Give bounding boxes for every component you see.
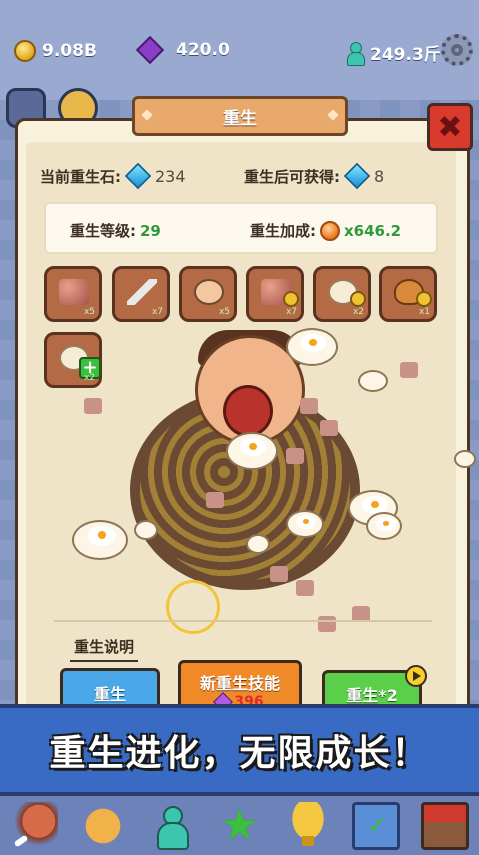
trophy-icon[interactable] — [283, 801, 332, 850]
meat-cube-icon — [84, 398, 102, 414]
character-icon[interactable] — [147, 802, 195, 850]
close-icon: ✖ — [437, 109, 463, 145]
rebirth-bonus: 重生加成: x646.2 — [250, 220, 401, 241]
bun-icon — [358, 370, 388, 392]
rice-bowl-icon — [366, 512, 402, 540]
rebirth-level: 重生等级: 29 — [70, 220, 161, 241]
bonus-coin-icon — [320, 220, 340, 241]
tap-progress-ring — [166, 580, 220, 634]
skill-count: x7 — [285, 307, 297, 317]
meat-cube-icon — [206, 492, 224, 508]
purple-gem-icon — [135, 35, 165, 65]
gold-coin-icon — [14, 40, 36, 62]
after-rebirth-value: 8 — [374, 166, 385, 186]
coin-counter: 9.08B — [14, 40, 97, 62]
skill-count: x1 — [418, 307, 430, 317]
play-video-icon — [405, 665, 427, 687]
new-skill-label: 新重生技能 — [199, 674, 280, 693]
double-rebirth-label: 重生*2 — [346, 686, 398, 705]
meat-cube-icon — [286, 448, 304, 464]
bun-icon — [134, 520, 158, 540]
settings-gear-icon[interactable] — [441, 34, 473, 66]
slogan-text: 重生进化，无限成长！ — [49, 733, 430, 774]
bun-icon — [246, 534, 270, 554]
rebirth-bonus-value: x646.2 — [344, 221, 402, 240]
gem-value: 420.0 — [176, 40, 230, 60]
current-stone-row: 当前重生石: 234 — [40, 162, 186, 190]
coin-badge-icon — [416, 291, 432, 307]
rice-bowl-icon — [286, 328, 338, 366]
bottom-navigation: ★ — [0, 796, 479, 855]
meat-cube-icon — [300, 398, 318, 414]
meat-cubes-icon — [59, 279, 89, 305]
fist-icon[interactable] — [78, 801, 127, 850]
person-icon — [346, 41, 365, 66]
cleaver-icon — [127, 279, 157, 305]
skill-slot-2[interactable]: x7 — [112, 266, 170, 322]
rebirth-level-value: 29 — [140, 221, 161, 240]
rebirth-stone-icon — [124, 162, 152, 190]
skill-count: x2 — [352, 307, 364, 317]
rebirth-button-label: 重生 — [93, 685, 126, 704]
skill-slot-3[interactable]: x5 — [179, 266, 237, 322]
meat-cube-icon — [296, 580, 314, 596]
close-button[interactable]: ✖ — [427, 103, 473, 151]
rebirth-stone-icon — [343, 162, 371, 190]
skill-count: x2 — [83, 373, 95, 383]
promo-slogan-banner: 重生进化，无限成长！ — [0, 704, 479, 796]
clipboard-icon[interactable] — [352, 801, 401, 850]
skill-slot-1[interactable]: x5 — [44, 266, 102, 322]
skill-slot-4[interactable]: x7 — [246, 266, 304, 322]
meat-cube-icon — [318, 616, 336, 632]
after-rebirth-label: 重生后可获得: — [244, 167, 340, 186]
skill-count: x5 — [218, 307, 230, 317]
character-mouth — [223, 385, 273, 437]
meat-cube-icon — [270, 566, 288, 582]
rebirth-level-label: 重生等级: — [70, 222, 136, 240]
rebirth-description-link[interactable]: 重生说明 — [70, 636, 139, 662]
meat-cube-icon — [320, 420, 338, 436]
current-stone-label: 当前重生石: — [40, 167, 121, 186]
after-rebirth-row: 重生后可获得: 8 — [244, 162, 385, 190]
meat-cube-icon — [400, 362, 418, 378]
coin-badge-icon — [350, 291, 366, 307]
bun-icon — [454, 450, 476, 468]
rice-bowl-icon — [286, 510, 324, 538]
skill-count: x7 — [151, 307, 163, 317]
star-icon[interactable]: ★ — [215, 801, 263, 850]
tap-hand-icon — [194, 279, 224, 305]
weight-counter: 249.3斤 — [346, 40, 441, 66]
rice-bowl-icon — [72, 520, 128, 560]
gem-counter: 420.0 — [135, 35, 230, 65]
skill-slot-5[interactable]: x2 — [313, 266, 371, 322]
shop-icon[interactable] — [420, 801, 469, 850]
panel-title: 重生 — [132, 96, 348, 136]
skill-slot-7[interactable]: + x2 — [44, 332, 102, 388]
coin-badge-icon — [283, 291, 299, 307]
rebirth-bonus-label: 重生加成: — [250, 222, 316, 240]
rice-bowl-icon — [226, 432, 278, 470]
divider — [54, 620, 432, 622]
skill-slot-6[interactable]: x1 — [379, 266, 437, 322]
meat-icon[interactable] — [10, 801, 59, 850]
weight-value: 249.3斤 — [370, 45, 441, 65]
current-stone-value: 234 — [155, 166, 186, 186]
coin-value: 9.08B — [42, 41, 97, 61]
skill-count: x5 — [83, 307, 95, 317]
